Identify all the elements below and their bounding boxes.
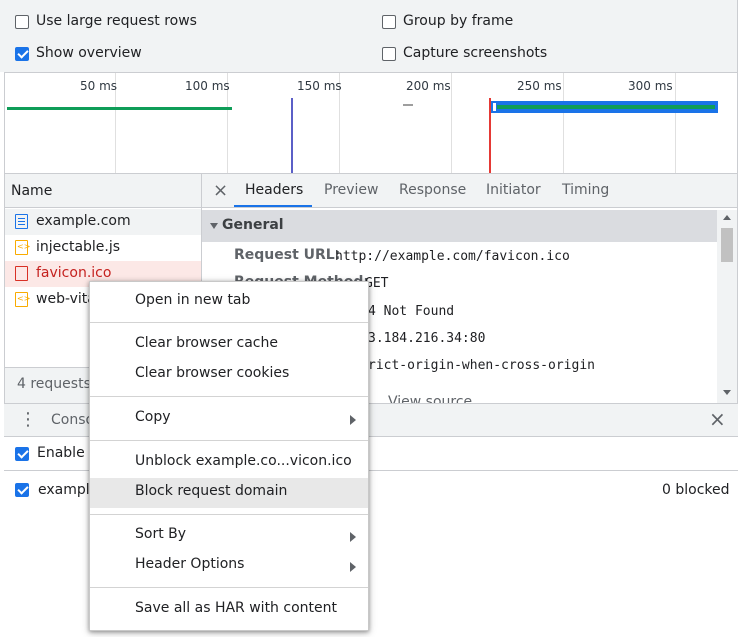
menu-label: Open in new tab xyxy=(135,292,251,308)
menu-clear-cache[interactable]: Clear browser cache xyxy=(90,330,368,360)
script-icon: <> xyxy=(15,240,30,255)
request-bar-web-vitals-inner xyxy=(497,105,715,109)
referrer-policy-value: rict-origin-when-cross-origin xyxy=(368,358,595,373)
grid-line xyxy=(675,73,676,173)
tab-console[interactable]: Conso xyxy=(51,412,94,428)
menu-clear-cookies[interactable]: Clear browser cookies xyxy=(90,360,368,390)
menu-label: Clear browser cache xyxy=(135,335,278,351)
tick-label: 250 ms xyxy=(517,79,562,93)
error-file-icon xyxy=(15,266,28,281)
active-tab-indicator xyxy=(234,205,312,207)
tab-timing[interactable]: Timing xyxy=(562,182,609,198)
tick-label: 150 ms xyxy=(297,79,342,93)
tick-label: 50 ms xyxy=(80,79,118,93)
document-icon xyxy=(15,214,28,229)
tab-preview[interactable]: Preview xyxy=(324,182,379,198)
large-rows-checkbox[interactable] xyxy=(15,15,29,29)
menu-separator xyxy=(90,322,368,323)
group-by-frame-label[interactable]: Group by frame xyxy=(403,13,513,29)
menu-label: Unblock example.co...vicon.ico xyxy=(135,453,352,469)
menu-label: Header Options xyxy=(135,556,245,572)
tab-headers[interactable]: Headers xyxy=(245,182,303,198)
large-rows-label[interactable]: Use large request rows xyxy=(36,13,197,29)
capture-screenshots-checkbox[interactable] xyxy=(382,47,396,61)
request-name: injectable.js xyxy=(36,239,121,255)
close-drawer-icon[interactable]: × xyxy=(709,407,726,431)
menu-separator xyxy=(90,396,368,397)
submenu-arrow-icon xyxy=(350,532,356,542)
request-row-injectable[interactable]: <> injectable.js xyxy=(5,235,201,261)
show-overview-checkbox[interactable] xyxy=(15,47,29,61)
scroll-down-icon[interactable] xyxy=(723,390,731,395)
menu-open-new-tab[interactable]: Open in new tab xyxy=(90,287,368,317)
request-bar-marker xyxy=(493,103,496,111)
remote-address-value: 3.184.216.34:80 xyxy=(368,331,486,346)
request-url-value: http://example.com/favicon.ico xyxy=(335,249,570,264)
menu-sort-by[interactable]: Sort By xyxy=(90,521,368,551)
pattern-checkbox[interactable] xyxy=(15,483,29,497)
grid-line xyxy=(563,73,564,173)
submenu-arrow-icon xyxy=(350,562,356,572)
menu-header-options[interactable]: Header Options xyxy=(90,551,368,581)
general-title: General xyxy=(222,217,284,233)
request-name: favicon.ico xyxy=(36,265,112,281)
menu-unblock-url[interactable]: Unblock example.co...vicon.ico xyxy=(90,448,368,478)
menu-separator xyxy=(90,587,368,588)
request-bar-injectable xyxy=(403,104,413,106)
scrollbar-thumb[interactable] xyxy=(721,228,733,262)
group-by-frame-checkbox[interactable] xyxy=(382,15,396,29)
load-event-line xyxy=(489,98,491,173)
menu-label: Save all as HAR with content xyxy=(135,600,337,616)
tick-label: 300 ms xyxy=(628,79,673,93)
menu-label: Block request domain xyxy=(135,483,288,499)
detail-tabs: × Headers Preview Response Initiator Tim… xyxy=(202,174,737,208)
menu-label: Clear browser cookies xyxy=(135,365,290,381)
context-menu: Open in new tab Clear browser cache Clea… xyxy=(89,281,369,631)
tab-response[interactable]: Response xyxy=(399,182,466,198)
more-tabs-icon[interactable]: ⋮ xyxy=(19,409,37,430)
tick-label: 100 ms xyxy=(185,79,230,93)
blocked-count: 0 blocked xyxy=(662,482,730,498)
menu-label: Copy xyxy=(135,409,171,425)
name-column-header[interactable]: Name xyxy=(5,174,201,208)
menu-separator xyxy=(90,514,368,515)
request-row-example[interactable]: example.com xyxy=(5,209,201,235)
request-name: web-vita xyxy=(36,291,96,307)
tab-initiator[interactable]: Initiator xyxy=(486,182,541,198)
request-count: 4 requests xyxy=(17,376,91,392)
menu-copy[interactable]: Copy xyxy=(90,404,368,434)
status-code-value: 4 Not Found xyxy=(368,304,455,319)
script-icon: <> xyxy=(15,292,30,307)
enable-blocking-label[interactable]: Enable r xyxy=(37,445,95,461)
network-overview[interactable]: 50 ms 100 ms 150 ms 200 ms 250 ms 300 ms xyxy=(4,72,738,173)
request-name: example.com xyxy=(36,213,131,229)
submenu-arrow-icon xyxy=(350,415,356,425)
close-icon[interactable]: × xyxy=(213,180,228,201)
menu-label: Sort By xyxy=(135,526,187,542)
menu-save-har[interactable]: Save all as HAR with content xyxy=(90,595,368,625)
capture-screenshots-label[interactable]: Capture screenshots xyxy=(403,45,547,61)
grid-line xyxy=(451,73,452,173)
name-header-label: Name xyxy=(11,183,53,199)
tick-label: 200 ms xyxy=(406,79,451,93)
show-overview-label[interactable]: Show overview xyxy=(36,45,142,61)
menu-block-domain[interactable]: Block request domain xyxy=(90,478,368,508)
menu-separator xyxy=(90,440,368,441)
request-bar-example xyxy=(7,107,232,110)
network-settings-panel: Use large request rows Group by frame Sh… xyxy=(0,0,738,72)
triangle-down-icon xyxy=(210,223,218,229)
enable-blocking-checkbox[interactable] xyxy=(15,447,29,461)
dom-content-loaded-line xyxy=(291,98,293,173)
request-url-key: Request URL: xyxy=(234,247,341,263)
scroll-up-icon[interactable] xyxy=(723,215,731,220)
general-section-header[interactable]: General xyxy=(202,210,717,242)
scrollbar[interactable] xyxy=(717,210,737,404)
